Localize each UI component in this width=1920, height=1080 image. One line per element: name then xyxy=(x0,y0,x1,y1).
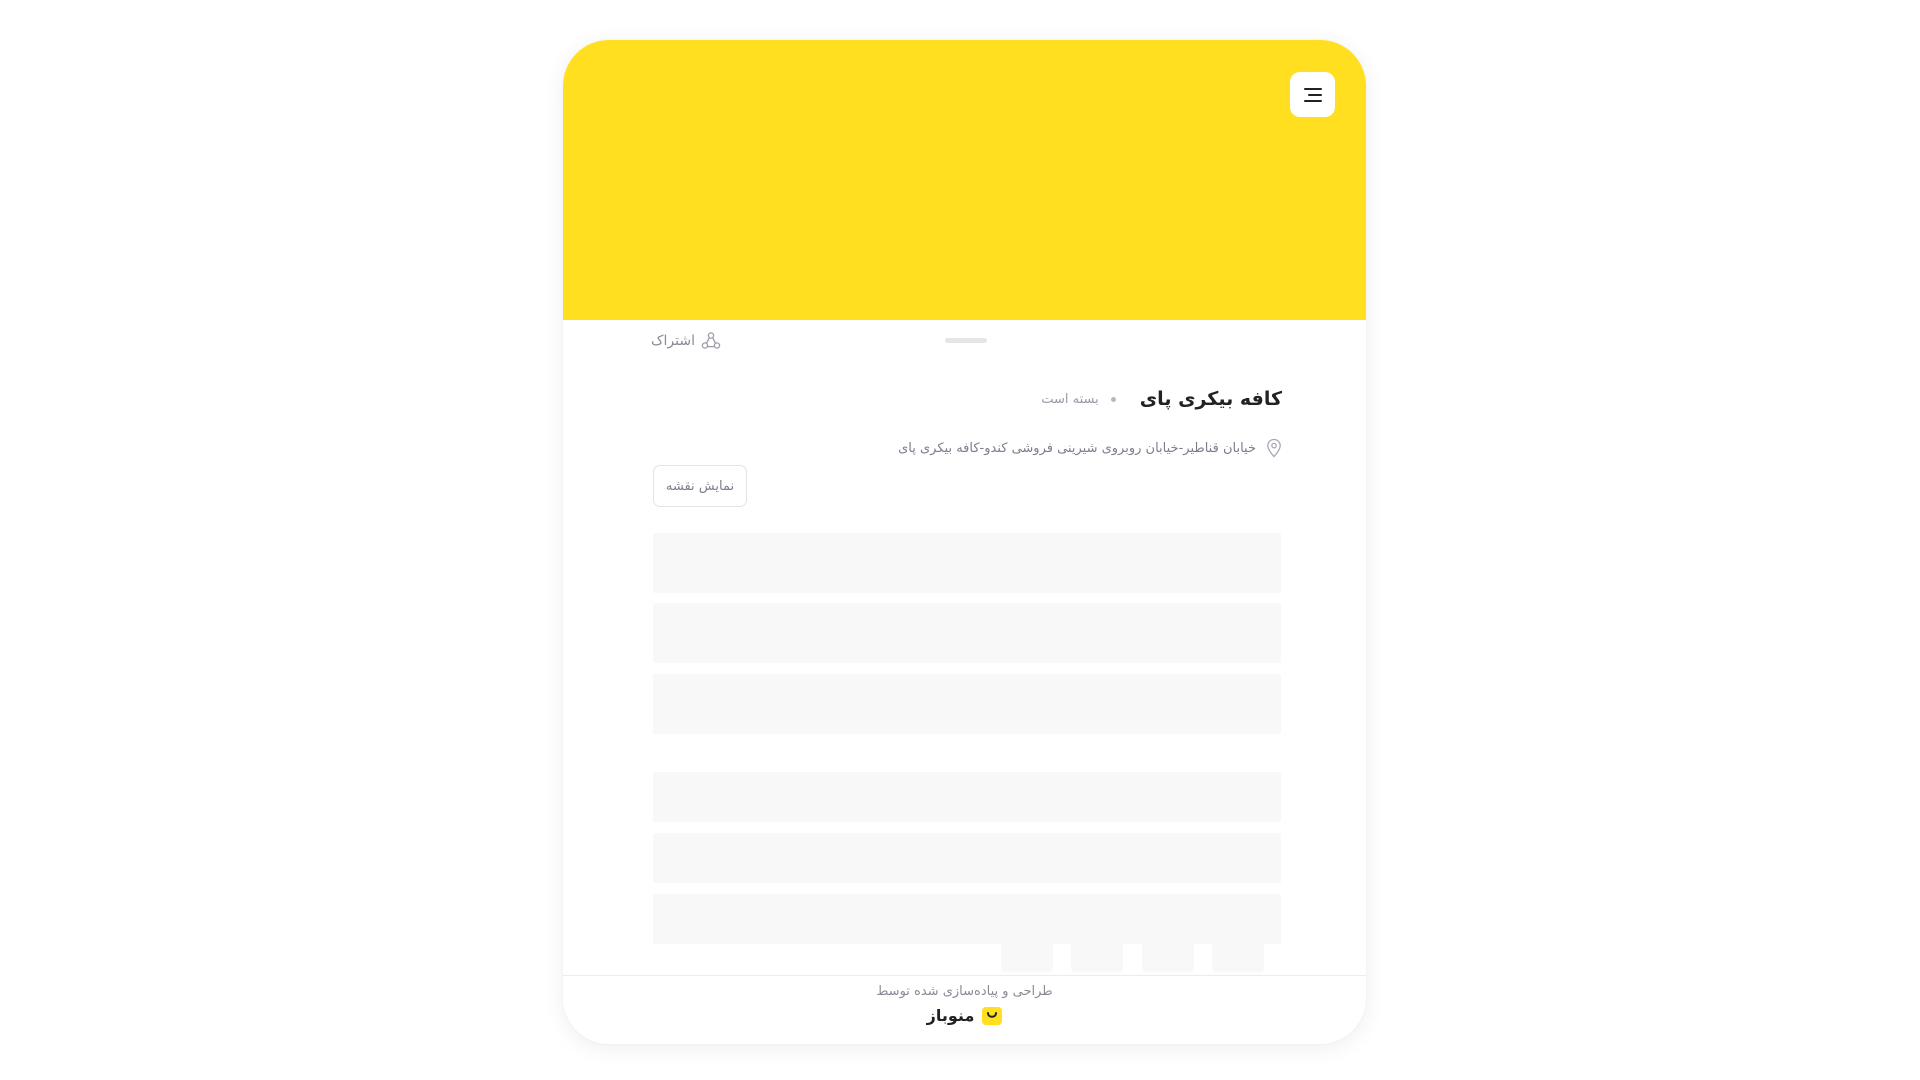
skeleton-chip xyxy=(1142,922,1194,972)
title-row: کافه بیکری پای بسته است xyxy=(1041,388,1282,410)
menu-button[interactable] xyxy=(1290,72,1335,117)
footer-credit: طراحی و پیاده‌سازی شده توسط xyxy=(876,984,1053,999)
phone-frame: اشتراک کافه بیکری پای بسته است خیابان قن… xyxy=(563,40,1366,1044)
show-map-button[interactable]: نمایش نقشه xyxy=(653,465,747,507)
skeleton-row xyxy=(653,674,1281,734)
brand-link[interactable]: منوباز xyxy=(563,1006,1366,1025)
page-title: کافه بیکری پای xyxy=(1139,388,1282,410)
skeleton-row xyxy=(653,833,1281,883)
location-pin-icon xyxy=(1266,438,1282,458)
address-row: خیابان قناطیر-خیابان روبروی شیرینی فروشی… xyxy=(898,438,1282,458)
skeleton-chip xyxy=(1212,922,1264,972)
skeleton-row xyxy=(653,533,1281,593)
skeleton-chip xyxy=(1001,922,1053,972)
share-label: اشتراک xyxy=(651,333,695,349)
header-banner xyxy=(563,40,1366,320)
share-button[interactable]: اشتراک xyxy=(651,328,721,354)
footer: طراحی و پیاده‌سازی شده توسط منوباز xyxy=(563,975,1366,1044)
status-badge: بسته است xyxy=(1041,391,1099,407)
drag-handle[interactable] xyxy=(945,338,987,343)
skeleton-row xyxy=(653,603,1281,663)
address-text: خیابان قناطیر-خیابان روبروی شیرینی فروشی… xyxy=(898,440,1256,456)
skeleton-chip xyxy=(1071,922,1123,972)
share-icon xyxy=(701,331,721,351)
brand-name: منوباز xyxy=(926,1006,975,1025)
brand-logo-icon xyxy=(982,1006,1003,1025)
menu-icon xyxy=(1302,86,1324,104)
status-dot xyxy=(1110,396,1116,402)
skeleton-row xyxy=(653,772,1281,822)
